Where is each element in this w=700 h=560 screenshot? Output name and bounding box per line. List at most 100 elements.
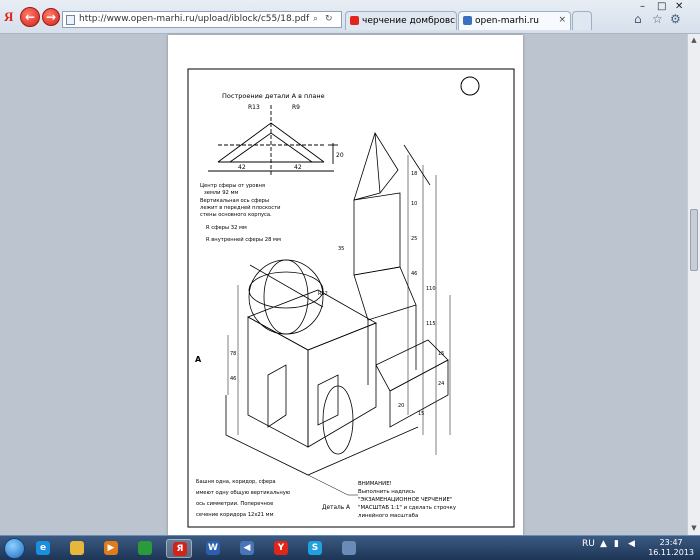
attention-title: ВНИМАНИЕ!: [358, 481, 392, 487]
yandex-browser-icon: Я: [173, 542, 187, 556]
vertical-scrollbar[interactable]: ▲ ▼: [687, 34, 700, 535]
media-player-icon: ▶: [104, 541, 118, 555]
tab-yandex-search[interactable]: черчение домбровский — Ян: [345, 11, 457, 30]
home-icon[interactable]: ⌂: [634, 12, 642, 26]
dim-r13: R13: [248, 104, 260, 111]
minimize-button[interactable]: –: [640, 1, 645, 12]
dim-42-left: 42: [238, 164, 246, 171]
back-button[interactable]: ←: [20, 7, 40, 27]
clock-date: 16.11.2013: [648, 548, 694, 557]
maximize-button[interactable]: □: [657, 1, 666, 12]
note-line: Центр сферы от уровня: [200, 183, 265, 189]
note-line: Выполнить надпись: [358, 489, 415, 495]
address-url: http://www.open-marhi.ru/upload/iblock/c…: [79, 14, 310, 24]
detail-a-plan: [208, 105, 338, 175]
inner-sphere-radius: R внутренней сферы 28 мм: [206, 236, 281, 243]
ie-tab-icon: [463, 16, 472, 25]
dim-42-right: 42: [294, 164, 302, 171]
clock-time: 23:47: [659, 538, 683, 547]
scroll-thumb[interactable]: [690, 209, 698, 271]
svg-text:R32: R32: [318, 291, 328, 297]
tab-open-marhi[interactable]: open-marhi.ru ×: [458, 11, 571, 30]
svg-text:110: 110: [426, 286, 436, 292]
close-window-button[interactable]: ✕: [675, 1, 683, 12]
note-line: ось симметрии. Поперечное: [196, 501, 273, 507]
corner-circle: [460, 76, 480, 96]
svg-text:20: 20: [398, 403, 404, 409]
network-icon[interactable]: ▮: [614, 539, 619, 549]
skype-icon: S: [308, 541, 322, 555]
svg-text:46: 46: [230, 376, 236, 382]
section-title: Построение детали А в плане: [222, 92, 325, 100]
new-tab-button[interactable]: [572, 11, 592, 30]
sound-icon: ◀: [240, 541, 254, 555]
taskbar-app-word[interactable]: W: [200, 539, 226, 558]
yandex-icon: Y: [274, 541, 288, 555]
search-icon[interactable]: ⌕: [313, 14, 318, 24]
taskbar-app-window[interactable]: [336, 539, 362, 558]
note-line: Башня одна, коридор, сфера: [196, 479, 276, 485]
svg-text:18: 18: [411, 171, 417, 177]
section-marker-a: А: [195, 355, 202, 364]
settings-icon[interactable]: ⚙: [670, 12, 681, 26]
yandex-logo[interactable]: Я: [4, 9, 13, 25]
svg-text:46: 46: [411, 271, 417, 277]
note-line: линейного масштаба: [358, 512, 418, 519]
sphere-notes: Центр сферы от уровня земли 92 мм Вертик…: [200, 183, 281, 243]
scroll-down-icon[interactable]: ▼: [690, 524, 698, 532]
taskbar: e ▶ Я W ◀ Y S RU ▲ ▮ ◀ 23:47 16.11.2013: [0, 535, 700, 560]
taskbar-app-chrome[interactable]: [132, 539, 158, 558]
clock[interactable]: 23:47 16.11.2013: [648, 538, 694, 558]
start-button[interactable]: [4, 538, 25, 559]
attention-note: ВНИМАНИЕ! Выполнить надпись "ЭКЗАМЕНАЦИО…: [358, 481, 457, 519]
dim-20: 20: [336, 152, 344, 159]
drawing-frame: [187, 68, 515, 528]
note-line: стены основного корпуса.: [200, 212, 272, 218]
svg-text:78: 78: [230, 351, 236, 357]
chrome-icon: [138, 541, 152, 555]
address-bar[interactable]: http://www.open-marhi.ru/upload/iblock/c…: [62, 11, 342, 28]
note-line: "МАСШТАБ 1:1" и сделать строчку: [358, 505, 457, 511]
refresh-icon[interactable]: ↻: [325, 14, 333, 24]
detail-a-label: Деталь А: [322, 505, 350, 511]
svg-text:115: 115: [426, 321, 436, 327]
taskbar-app-explorer[interactable]: e: [30, 539, 56, 558]
favorites-icon[interactable]: ☆: [652, 12, 663, 26]
taskbar-app-yandex-browser[interactable]: Я: [166, 539, 192, 558]
dim-r9: R9: [292, 104, 300, 111]
folder-icon: [70, 541, 84, 555]
note-line: "ЭКЗАМЕНАЦИОННОЕ ЧЕРЧЕНИЕ": [358, 497, 452, 503]
forward-button[interactable]: →: [42, 8, 60, 26]
svg-text:10: 10: [411, 201, 417, 207]
svg-text:24: 24: [438, 381, 444, 387]
volume-icon[interactable]: ◀: [628, 539, 635, 549]
word-icon: W: [206, 541, 220, 555]
tab-title: open-marhi.ru: [475, 16, 540, 26]
svg-text:15: 15: [418, 411, 424, 417]
tab-close-icon[interactable]: ×: [558, 15, 566, 25]
tray-arrow-icon[interactable]: ▲: [600, 539, 607, 549]
taskbar-app-folder[interactable]: [64, 539, 90, 558]
note-line: имеют одну общую вертикальную: [196, 490, 291, 496]
taskbar-app-sound[interactable]: ◀: [234, 539, 260, 558]
language-indicator[interactable]: RU: [582, 539, 595, 549]
taskbar-app-media-player[interactable]: ▶: [98, 539, 124, 558]
note-line: лежит в передней плоскости: [200, 204, 280, 211]
taskbar-app-yandex[interactable]: Y: [268, 539, 294, 558]
scroll-up-icon[interactable]: ▲: [690, 36, 698, 44]
taskbar-app-skype[interactable]: S: [302, 539, 328, 558]
page-icon: [66, 15, 75, 25]
pdf-page: Построение детали А в плане R13 R9 42 42…: [168, 35, 523, 535]
sphere-radius: R сферы 32 мм: [206, 225, 247, 231]
svg-text:25: 25: [411, 236, 417, 242]
note-line: Вертикальная ось сферы: [200, 198, 269, 204]
svg-text:15: 15: [438, 351, 444, 357]
note-line: земли 92 мм: [204, 190, 238, 196]
explorer-icon: e: [36, 541, 50, 555]
tower-note: Башня одна, коридор, сфера имеют одну об…: [196, 479, 291, 518]
svg-text:35: 35: [338, 246, 344, 252]
window-icon: [342, 541, 356, 555]
technical-drawing: Построение детали А в плане R13 R9 42 42…: [187, 68, 515, 528]
browser-toolbar: Я ← → http://www.open-marhi.ru/upload/ib…: [0, 0, 700, 34]
tab-title: черчение домбровский — Ян: [362, 16, 456, 26]
